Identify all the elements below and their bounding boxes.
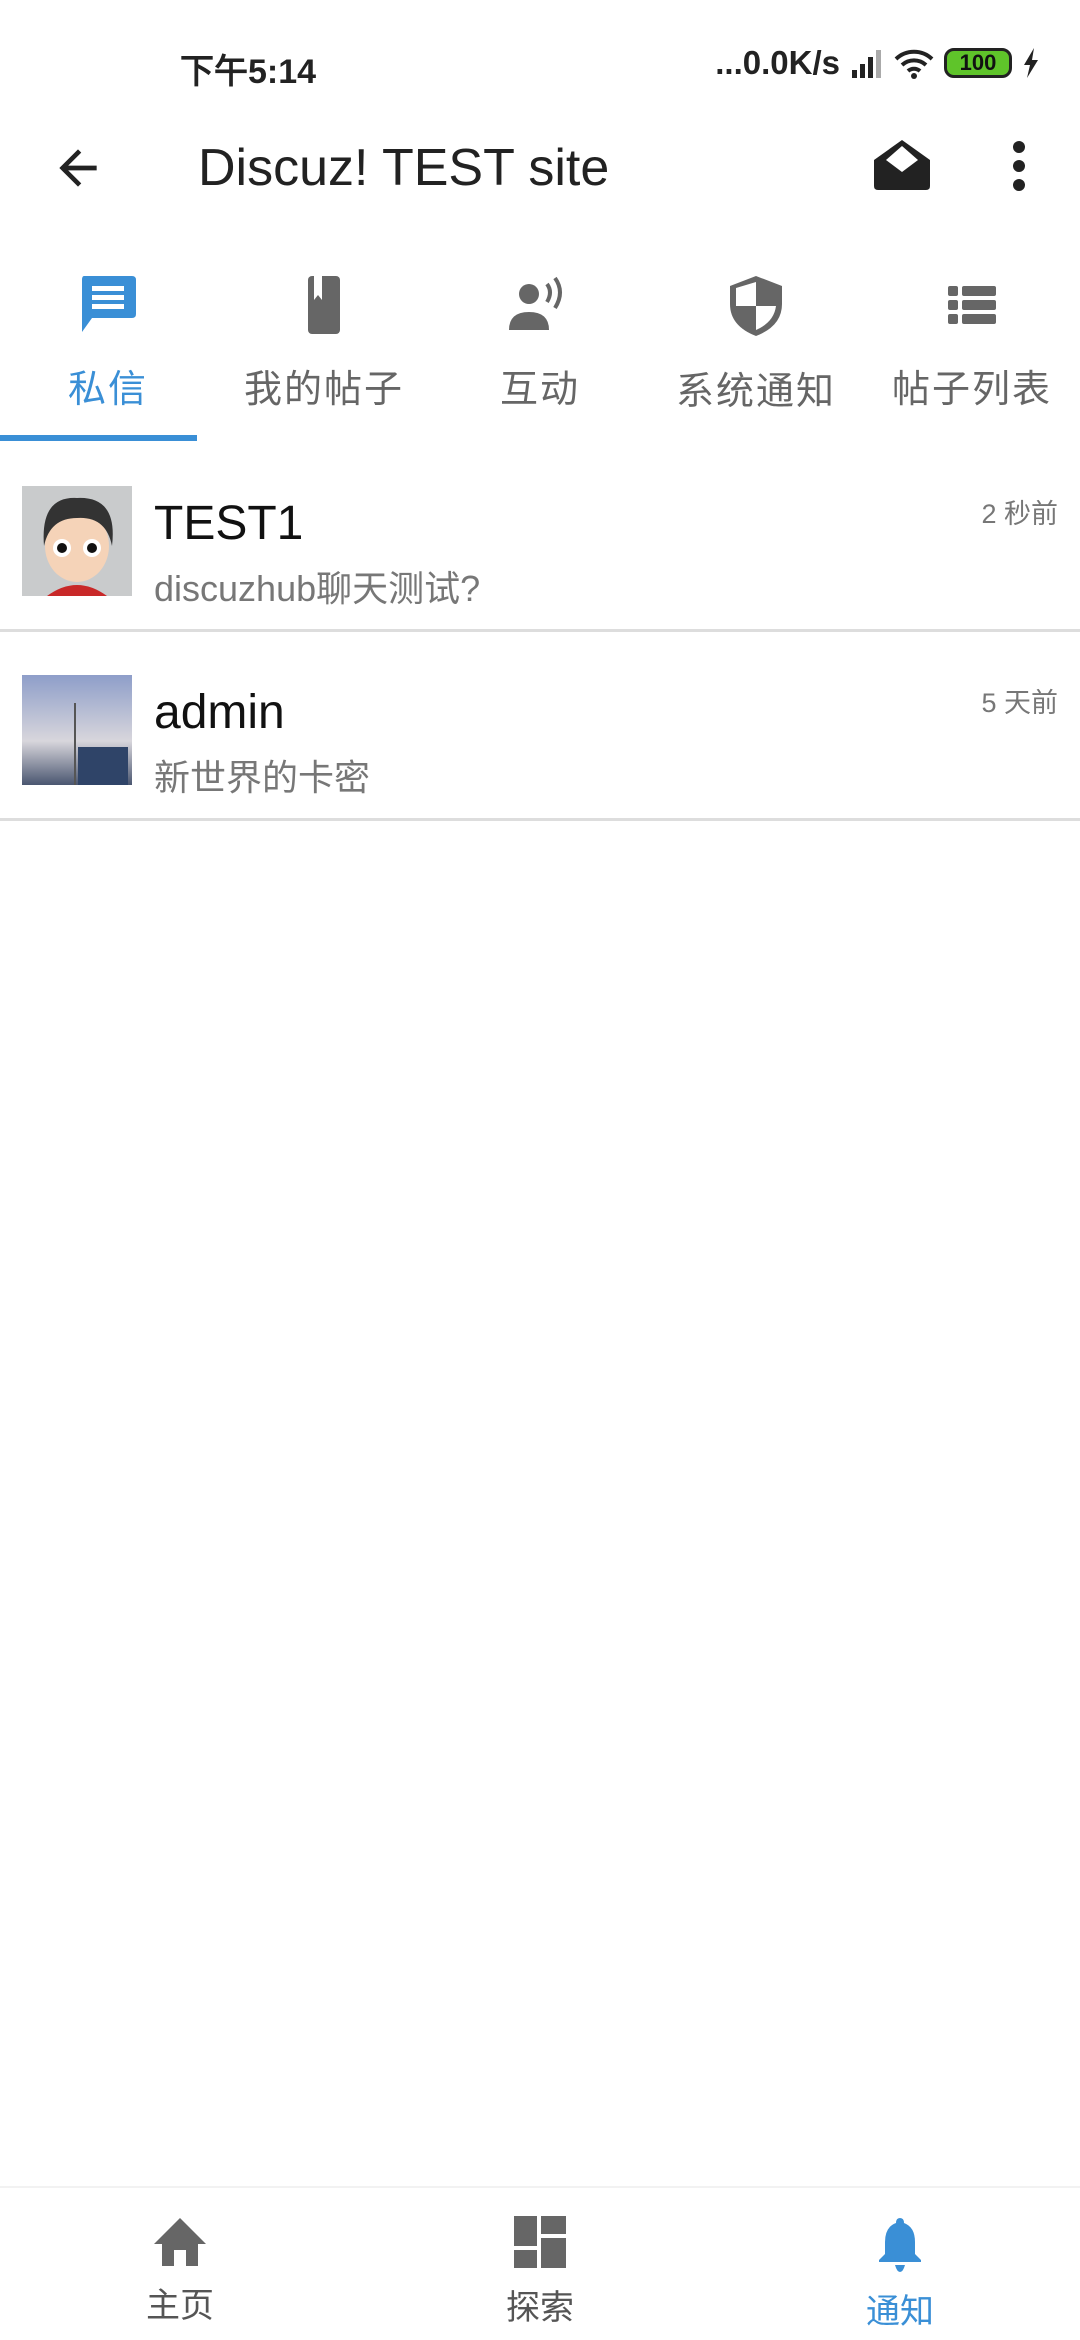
message-preview: 新世界的卡密: [154, 757, 371, 798]
sender-name: admin: [154, 686, 285, 739]
envelope-open-icon: [874, 140, 930, 190]
avatar: [22, 675, 132, 785]
tab-indicator: [0, 435, 197, 441]
more-vertical-icon: [1013, 141, 1025, 191]
home-icon: [154, 2218, 206, 2266]
status-time: 下午5:14: [180, 53, 317, 91]
bell-icon: [879, 2218, 921, 2272]
more-button[interactable]: [1004, 140, 1034, 197]
nav-label: 通知: [866, 2293, 934, 2331]
sender-name: TEST1: [154, 497, 304, 550]
list-icon: [948, 286, 996, 324]
tab-my-posts[interactable]: 我的帖子: [216, 260, 432, 442]
tab-label: 系统通知: [675, 371, 836, 413]
charging-icon: [1024, 48, 1038, 78]
tab-private-messages[interactable]: 私信: [0, 260, 216, 442]
tab-post-list[interactable]: 帖子列表: [864, 260, 1080, 442]
tab-label: 私信: [67, 369, 148, 411]
message-item[interactable]: admin 新世界的卡密 5 天前: [0, 633, 1080, 821]
tab-interactions[interactable]: 互动: [432, 260, 648, 442]
message-item[interactable]: TEST1 discuzhub聊天测试? 2 秒前: [0, 444, 1080, 632]
status-bar: 下午5:14 ...0.0K/s 100: [0, 0, 1080, 120]
network-speed: ...0.0K/s: [715, 44, 840, 81]
dashboard-icon: [514, 2216, 566, 2268]
message-preview: discuzhub聊天测试?: [154, 568, 481, 609]
mail-button[interactable]: [872, 138, 932, 197]
nav-label: 探索: [506, 2289, 574, 2327]
battery-icon: 100: [944, 48, 1012, 78]
tab-label: 帖子列表: [891, 369, 1052, 411]
tab-label: 互动: [499, 369, 580, 411]
message-time: 5 天前: [981, 688, 1058, 718]
bookmark-book-icon: [308, 276, 340, 334]
arrow-left-icon: [59, 149, 97, 187]
nav-notifications[interactable]: 通知: [720, 2188, 1080, 2340]
bottom-navigation: 主页 探索 通知: [0, 2186, 1080, 2340]
signal-icon: [852, 50, 881, 78]
tab-system-notices[interactable]: 系统通知: [648, 260, 864, 442]
chat-icon: [82, 276, 136, 332]
tab-label: 我的帖子: [243, 369, 404, 411]
nav-label: 主页: [146, 2287, 214, 2325]
nav-home[interactable]: 主页: [0, 2188, 360, 2340]
message-time: 2 秒前: [981, 499, 1058, 529]
person-voice-icon: [509, 276, 562, 330]
page-title: Discuz! TEST site: [198, 139, 610, 197]
back-button[interactable]: [50, 140, 106, 201]
shield-icon: [730, 276, 782, 336]
nav-explore[interactable]: 探索: [360, 2188, 720, 2340]
wifi-icon: [894, 49, 934, 79]
status-icons: ...0.0K/s 100: [715, 44, 1040, 82]
avatar: [22, 486, 132, 596]
tab-bar: 私信 我的帖子 互动 系统通知 帖子列表: [0, 260, 1080, 442]
